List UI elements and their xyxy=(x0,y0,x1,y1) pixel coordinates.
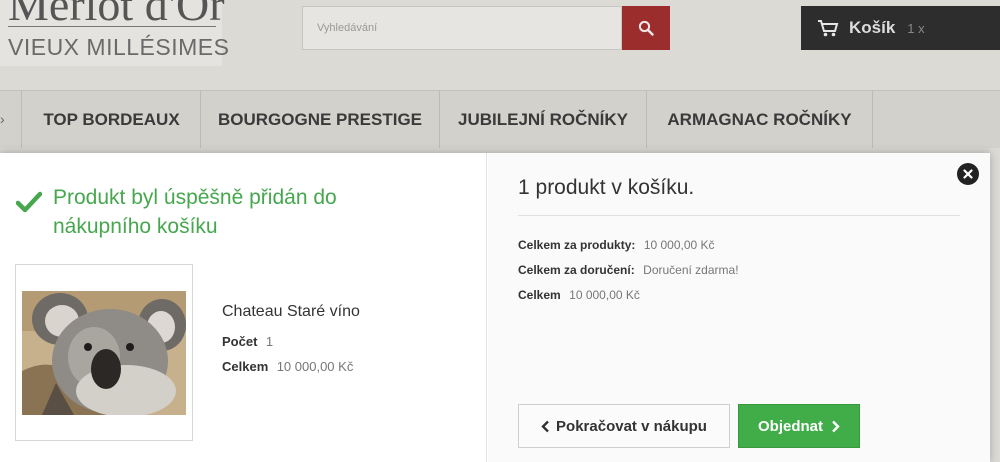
order-label: Objednat xyxy=(757,417,823,435)
product-quantity: Počet 1 xyxy=(222,333,273,351)
quantity-label: Počet xyxy=(222,334,258,349)
continue-shopping-button[interactable]: Pokračovat v nákupu xyxy=(518,404,730,448)
product-thumbnail xyxy=(15,264,193,441)
shipping-total-label: Celkem za doručení: xyxy=(518,263,635,277)
product-total-value: 10 000,00 Kč xyxy=(276,359,354,374)
search-button[interactable] xyxy=(622,6,670,50)
nav-item-jubilejni-rocniky[interactable]: JUBILEJNÍ ROČNÍKY xyxy=(440,91,647,148)
nav-item-bourgogne-prestige[interactable]: BOURGOGNE PRESTIGE xyxy=(201,91,440,148)
product-name: Chateau Staré víno xyxy=(222,303,360,320)
modal-product-panel: Produkt byl úspěšně přidán do nákupního … xyxy=(0,153,487,462)
logo-divider xyxy=(8,26,216,27)
success-message: Produkt byl úspěšně přidán do nákupního … xyxy=(53,186,337,238)
page-background-strip xyxy=(990,148,1000,462)
continue-shopping-label: Pokračovat v nákupu xyxy=(556,417,707,435)
product-image xyxy=(22,291,186,415)
product-total-label: Celkem xyxy=(222,359,269,374)
modal-cart-panel: 1 produkt v košíku. Celkem za produkty: … xyxy=(488,153,990,462)
header-cart[interactable]: Košík 1 x xyxy=(801,6,1000,50)
close-modal-button[interactable] xyxy=(957,163,979,185)
main-nav: › TOP BORDEAUX BOURGOGNE PRESTIGE JUBILE… xyxy=(0,90,1000,148)
nav-scroll-arrow[interactable]: › xyxy=(0,91,22,148)
order-button[interactable]: Objednat xyxy=(738,404,860,448)
products-total-value: 10 000,00 Kč xyxy=(643,238,715,252)
search-icon xyxy=(638,20,654,36)
products-total-row: Celkem za produkty: 10 000,00 Kč xyxy=(518,236,715,254)
logo-subtitle: VIEUX MILLÉSIMES xyxy=(8,34,230,60)
products-total-label: Celkem za produkty: xyxy=(518,238,636,252)
nav-item-top-bordeaux[interactable]: TOP BORDEAUX xyxy=(23,91,201,148)
cart-summary-heading: 1 produkt v košíku. xyxy=(518,176,695,199)
add-to-cart-modal: Produkt byl úspěšně přidán do nákupního … xyxy=(0,153,990,462)
cart-count: 1 x xyxy=(907,20,925,36)
site-logo[interactable]: Merlot d'Or VIEUX MILLÉSIMES xyxy=(0,0,229,66)
shipping-total-value: Doručení zdarma! xyxy=(643,263,739,277)
product-total: Celkem 10 000,00 Kč xyxy=(222,358,353,376)
chevron-left-icon xyxy=(541,420,549,432)
check-icon xyxy=(16,191,42,213)
grand-total-row: Celkem 10 000,00 Kč xyxy=(518,286,640,304)
chevron-right-icon xyxy=(832,420,840,432)
cart-label: Košík xyxy=(849,18,896,37)
close-icon xyxy=(963,169,973,179)
quantity-value: 1 xyxy=(265,334,274,349)
site-header: Merlot d'Or VIEUX MILLÉSIMES Vyhledávání… xyxy=(0,0,1000,90)
cart-icon xyxy=(818,20,839,37)
search-input[interactable]: Vyhledávání xyxy=(302,6,622,50)
cart-summary-divider xyxy=(518,215,960,216)
grand-total-value: 10 000,00 Kč xyxy=(569,288,640,302)
nav-item-armagnac-rocniky[interactable]: ARMAGNAC ROČNÍKY xyxy=(647,91,873,148)
grand-total-label: Celkem xyxy=(518,288,561,302)
search-placeholder: Vyhledávání xyxy=(317,22,378,34)
shipping-total-row: Celkem za doručení: Doručení zdarma! xyxy=(518,261,739,279)
